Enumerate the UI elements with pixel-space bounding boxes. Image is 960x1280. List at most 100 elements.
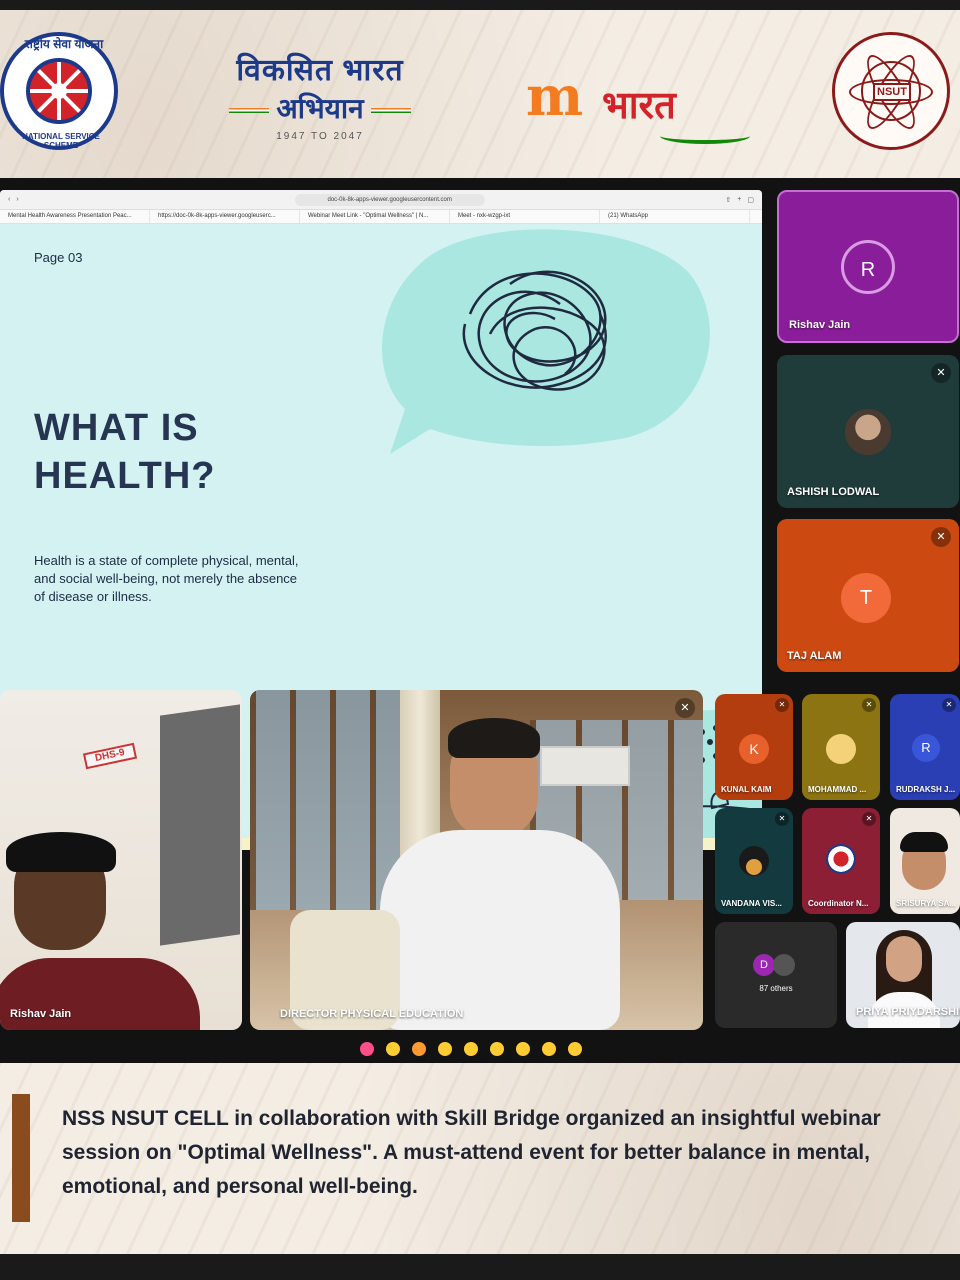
others-count: 87 others [759,984,793,993]
participant-tile-rudraksh[interactable]: ✕ R RUDRAKSH J... [890,694,960,800]
my-bharat-m: m [526,64,584,128]
participant-name: Rishav Jain [10,1008,72,1020]
mic-off-icon: ✕ [862,812,876,826]
browser-tabs: Mental Health Awareness Presentation Pea… [0,210,762,224]
browser-tab[interactable]: https://doc-0k-8k-apps-viewer.googleuser… [150,210,300,223]
avatar: R [912,734,940,762]
slide-body-text: Health is a state of complete physical, … [34,553,299,604]
avatar: R [841,240,895,294]
poster: राष्ट्रीय सेवा योजना NATIONAL SERVICE SC… [0,0,960,1280]
avatar [845,409,891,455]
mic-off-icon: ✕ [675,698,695,718]
participant-name: RUDRAKSH J... [896,785,956,794]
my-bharat-text: भारत [602,85,676,127]
participant-name: TAJ ALAM [787,650,842,662]
person-hair [448,718,540,758]
participant-name: Rishav Jain [789,319,851,331]
viksit-bharat-line1: विकसित भारत [236,54,404,87]
slide-title: WHAT IS HEALTH? [34,404,216,500]
browser-toolbar: ‹ › doc-0k-8k-apps-viewer.googleusercont… [0,190,762,210]
nss-hindi-text: राष्ट्रीय सेवा योजना [24,37,104,51]
participant-video-director[interactable]: ✕ DIRECTOR PHYSICAL EDUCATION [250,690,703,1030]
speech-bubble-icon [382,229,710,454]
others-tile[interactable]: D 87 others [715,922,837,1028]
participant-name: Coordinator N... [808,899,869,908]
participant-tile-kunal[interactable]: ✕ K KUNAL KAIM [715,694,793,800]
top-border [0,0,960,10]
browser-tab[interactable]: (21) WhatsApp [600,210,750,223]
person-shirt [380,830,620,1030]
nss-english-text: NATIONAL SERVICE SCHEME [22,132,100,150]
avatar [826,734,856,764]
share-icon[interactable]: ⇧ [725,196,731,204]
participant-name: DIRECTOR PHYSICAL EDUCATION [280,1008,464,1020]
door-frame [160,704,240,946]
meeting-screenshot: ‹ › doc-0k-8k-apps-viewer.googleusercont… [0,178,960,1063]
laugh-icon[interactable] [464,1042,478,1056]
logo-header: राष्ट्रीय सेवा योजना NATIONAL SERVICE SC… [0,14,960,174]
nss-avatar-icon [826,844,856,874]
mic-off-icon: ✕ [862,698,876,712]
bottom-border [0,1254,960,1280]
person-face [886,936,922,982]
mic-off-icon: ✕ [942,698,956,712]
slide-page-label: Page 03 [34,250,83,265]
reaction-bar [360,1042,582,1060]
nss-logo: राष्ट्रीय सेवा योजना NATIONAL SERVICE SC… [0,32,118,150]
party-icon[interactable] [412,1042,426,1056]
caption-accent-bar [12,1094,30,1222]
swoosh-icon [660,128,750,144]
nss-hub [51,83,67,99]
participant-name: PRIYA PRIYDARSHINI [856,1006,960,1018]
participant-name: MOHAMMAD ... [808,785,867,794]
new-tab-icon[interactable]: + [737,196,741,203]
nsut-abbr: NSUT [873,83,911,101]
air-conditioner [540,746,630,786]
participant-tile-taj[interactable]: ✕ T TAJ ALAM [777,519,959,672]
nsut-logo: NSUT [832,32,950,150]
clap-icon[interactable] [438,1042,452,1056]
participant-tile-vandana[interactable]: ✕ VANDANA VIS... [715,808,793,914]
participant-name: VANDANA VIS... [721,899,782,908]
wall-sign: DHS-9 [82,742,138,770]
address-bar[interactable]: doc-0k-8k-apps-viewer.googleusercontent.… [294,193,485,206]
mic-off-icon: ✕ [931,527,951,547]
avatar: T [841,573,891,623]
forward-icon[interactable]: › [16,196,18,203]
back-icon[interactable]: ‹ [8,196,10,203]
avatar: D [753,954,775,976]
caption-text: NSS NSUT CELL in collaboration with Skil… [62,1107,881,1198]
tabs-icon[interactable]: ▢ [747,196,754,204]
participant-tile-coordinator[interactable]: ✕ Coordinator N... [802,808,880,914]
viksit-bharat-logo: विकसित भारत अभियान 1947 TO 2047 [220,48,420,148]
mic-off-icon: ✕ [931,363,951,383]
sad-icon[interactable] [516,1042,530,1056]
mic-off-icon: ✕ [775,698,789,712]
slide-title-line1: WHAT IS [34,407,199,449]
thinking-icon[interactable] [542,1042,556,1056]
thumbs-down-icon[interactable] [568,1042,582,1056]
caption-block: NSS NSUT CELL in collaboration with Skil… [12,1092,942,1222]
participant-tile-ashish[interactable]: ✕ ASHISH LODWAL [777,355,959,508]
browser-tab[interactable]: Webinar Meet Link - "Optimal Wellness" |… [300,210,450,223]
avatar [773,954,795,976]
avatar [739,846,769,876]
participant-name: ASHISH LODWAL [787,486,880,498]
participant-tile-rishav[interactable]: R Rishav Jain [777,190,959,343]
browser-tab[interactable]: Mental Health Awareness Presentation Pea… [0,210,150,223]
viksit-bharat-line2: अभियान [276,93,364,124]
participant-tile-mohammad[interactable]: ✕ MOHAMMAD ... [802,694,880,800]
person-hair [6,832,116,872]
slide-title-line2: HEALTH? [34,455,216,497]
participant-name: SRISURYA SA... [896,899,957,908]
surprised-icon[interactable] [490,1042,504,1056]
participant-video-rishav[interactable]: DHS-9 Rishav Jain [0,690,242,1030]
viksit-bharat-line2-row: अभियान [220,89,420,127]
tricolor-stripe [228,108,269,114]
browser-tab[interactable]: Meet - nxk-wzgp-ixt [450,210,600,223]
participant-tile-priya[interactable]: PRIYA PRIYDARSHINI [846,922,960,1028]
thumbs-up-icon[interactable] [386,1042,400,1056]
participant-tile-srisurya[interactable]: SRISURYA SA... [890,808,960,914]
heart-icon[interactable] [360,1042,374,1056]
participant-name: KUNAL KAIM [721,785,772,794]
